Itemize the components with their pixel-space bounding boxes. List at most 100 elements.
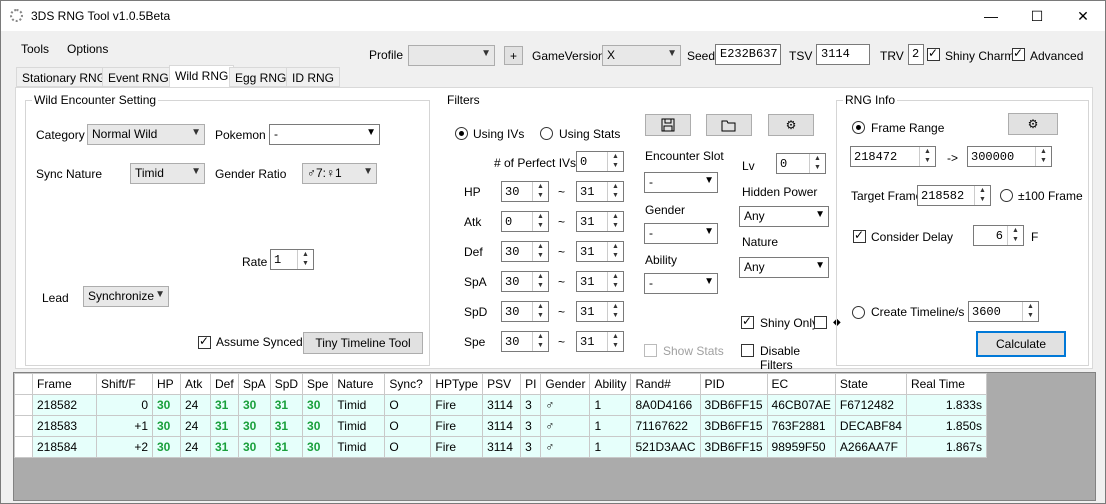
row-selector[interactable] xyxy=(14,436,33,458)
range-end-spinner[interactable]: 300000 ▲ ▼ xyxy=(967,146,1052,167)
spinner-arrows-icon[interactable]: ▲ ▼ xyxy=(919,147,935,166)
gender-ratio-select[interactable]: ♂7:♀1 ▼ xyxy=(302,163,377,184)
settings-gear-icon[interactable]: ⚙ xyxy=(1008,113,1058,135)
table-cell[interactable]: 218583 xyxy=(32,415,97,437)
spinner-arrows-icon[interactable]: ▲ ▼ xyxy=(532,212,548,231)
iv-min-spinner[interactable]: 30 ▲ ▼ xyxy=(501,241,549,262)
table-cell[interactable]: Timid xyxy=(332,415,386,437)
column-header[interactable]: Ability xyxy=(589,373,632,395)
seed-input[interactable]: E232B637 xyxy=(715,44,781,65)
iv-max-spinner[interactable]: 31 ▲ ▼ xyxy=(576,241,624,262)
table-cell[interactable]: 31 xyxy=(269,436,304,458)
table-cell[interactable]: 3 xyxy=(520,415,542,437)
table-cell[interactable]: 31 xyxy=(269,415,304,437)
range-start-spinner[interactable]: 218472 ▲ ▼ xyxy=(850,146,936,167)
table-cell[interactable]: ♂ xyxy=(540,415,591,437)
disable-filters-checkbox[interactable] xyxy=(741,344,754,357)
delay-spinner[interactable]: 6 ▲ ▼ xyxy=(973,225,1024,246)
column-header[interactable]: HPType xyxy=(430,373,484,395)
column-header[interactable]: PID xyxy=(699,373,768,395)
settings-gear-icon[interactable]: ⚙ xyxy=(768,114,814,136)
table-cell[interactable]: O xyxy=(384,436,432,458)
row-selector[interactable] xyxy=(14,394,33,416)
row-selector[interactable] xyxy=(14,415,33,437)
table-cell[interactable]: 218584 xyxy=(32,436,97,458)
table-cell[interactable]: +1 xyxy=(96,415,153,437)
table-cell[interactable]: 1.833s xyxy=(905,394,987,416)
column-header[interactable]: Frame xyxy=(32,373,97,395)
hidden-power-select[interactable]: Any ▼ xyxy=(739,206,829,227)
table-cell[interactable]: 1.850s xyxy=(905,415,987,437)
column-header[interactable]: SpD xyxy=(269,373,304,395)
iv-max-spinner[interactable]: 31 ▲ ▼ xyxy=(576,301,624,322)
tab-egg-rng[interactable]: Egg RNG xyxy=(229,67,293,87)
table-cell[interactable]: 30 xyxy=(152,436,181,458)
lead-select[interactable]: Synchronize ▼ xyxy=(83,286,169,307)
column-header[interactable]: Spe xyxy=(302,373,334,395)
table-cell[interactable]: 24 xyxy=(180,436,211,458)
table-cell[interactable]: 31 xyxy=(210,415,239,437)
tab-wild-rng[interactable]: Wild RNG xyxy=(169,65,235,88)
spinner-arrows-icon[interactable]: ▲ ▼ xyxy=(532,242,548,261)
perfect-ivs-spinner[interactable]: 0 ▲ ▼ xyxy=(576,151,624,172)
table-cell[interactable]: 30 xyxy=(152,394,181,416)
table-cell[interactable]: 218582 xyxy=(32,394,97,416)
using-stats-radio[interactable] xyxy=(540,127,553,140)
show-stats-checkbox[interactable] xyxy=(644,344,657,357)
table-cell[interactable]: Fire xyxy=(430,436,484,458)
table-cell[interactable]: 8A0D4166 xyxy=(630,394,701,416)
table-row[interactable]: 218584 +2 30 24 31 30 31 30 Timid O Fire 3114 3 ♂ 1 521… xyxy=(14,436,987,458)
table-cell[interactable]: 30 xyxy=(302,415,334,437)
table-cell[interactable]: 3114 xyxy=(482,415,522,437)
column-header[interactable]: Nature xyxy=(332,373,386,395)
square-shiny-checkbox[interactable] xyxy=(814,316,827,329)
iv-max-spinner[interactable]: 31 ▲ ▼ xyxy=(576,211,624,232)
table-cell[interactable]: 31 xyxy=(210,436,239,458)
spinner-arrows-icon[interactable]: ▲ ▼ xyxy=(1022,302,1038,321)
table-cell[interactable]: 30 xyxy=(302,436,334,458)
iv-max-spinner[interactable]: 31 ▲ ▼ xyxy=(576,331,624,352)
shiny-only-checkbox[interactable] xyxy=(741,314,754,329)
table-cell[interactable]: +2 xyxy=(96,436,153,458)
table-cell[interactable]: 1 xyxy=(589,394,632,416)
table-cell[interactable]: A266AA7F xyxy=(834,436,907,458)
spinner-arrows-icon[interactable]: ▲ ▼ xyxy=(607,272,623,291)
profile-select[interactable]: ▼ xyxy=(408,45,495,66)
table-cell[interactable]: 31 xyxy=(269,394,304,416)
table-cell[interactable]: 24 xyxy=(180,394,211,416)
gameversion-select[interactable]: X ▼ xyxy=(602,45,681,66)
menu-tools[interactable]: Tools xyxy=(21,42,49,56)
lv-spinner[interactable]: 0 ▲ ▼ xyxy=(776,153,826,174)
column-header[interactable]: Sync? xyxy=(384,373,432,395)
column-header[interactable]: Atk xyxy=(180,373,211,395)
column-header[interactable]: SpA xyxy=(238,373,271,395)
consider-delay-checkbox[interactable] xyxy=(853,228,866,243)
spinner-arrows-icon[interactable]: ▲ ▼ xyxy=(532,332,548,351)
iv-min-spinner[interactable]: 30 ▲ ▼ xyxy=(501,271,549,292)
gender-select[interactable]: - ▼ xyxy=(644,223,718,244)
table-cell[interactable]: Timid xyxy=(332,436,386,458)
menu-options[interactable]: Options xyxy=(67,42,108,56)
table-cell[interactable]: 46CB07AE xyxy=(766,394,836,416)
table-cell[interactable]: 30 xyxy=(302,394,334,416)
close-button[interactable]: ✕ xyxy=(1060,1,1106,31)
column-header[interactable]: Rand# xyxy=(630,373,701,395)
shiny-charm-checkbox[interactable] xyxy=(927,46,940,61)
table-cell[interactable]: 30 xyxy=(238,415,271,437)
category-select[interactable]: Normal Wild ▼ xyxy=(87,124,205,145)
table-cell[interactable]: 763F2881 xyxy=(766,415,836,437)
column-header[interactable]: Def xyxy=(210,373,239,395)
trv-input[interactable]: 2 xyxy=(908,44,924,65)
table-cell[interactable]: ♂ xyxy=(540,436,591,458)
spinner-arrows-icon[interactable]: ▲ ▼ xyxy=(607,332,623,351)
table-cell[interactable]: O xyxy=(384,394,432,416)
spinner-arrows-icon[interactable]: ▲ ▼ xyxy=(607,152,623,171)
tiny-timeline-button[interactable]: Tiny Timeline Tool xyxy=(303,332,423,354)
iv-min-spinner[interactable]: 0 ▲ ▼ xyxy=(501,211,549,232)
table-row[interactable]: 218582 0 30 24 31 30 31 30 Timid O Fire 3114 3 ♂ 1 8A0D… xyxy=(14,394,987,416)
table-cell[interactable]: 3DB6FF15 xyxy=(699,436,768,458)
spinner-arrows-icon[interactable]: ▲ ▼ xyxy=(1007,226,1023,245)
pm100-radio[interactable] xyxy=(1000,189,1013,202)
table-cell[interactable]: ♂ xyxy=(540,394,591,416)
column-header[interactable]: HP xyxy=(152,373,181,395)
